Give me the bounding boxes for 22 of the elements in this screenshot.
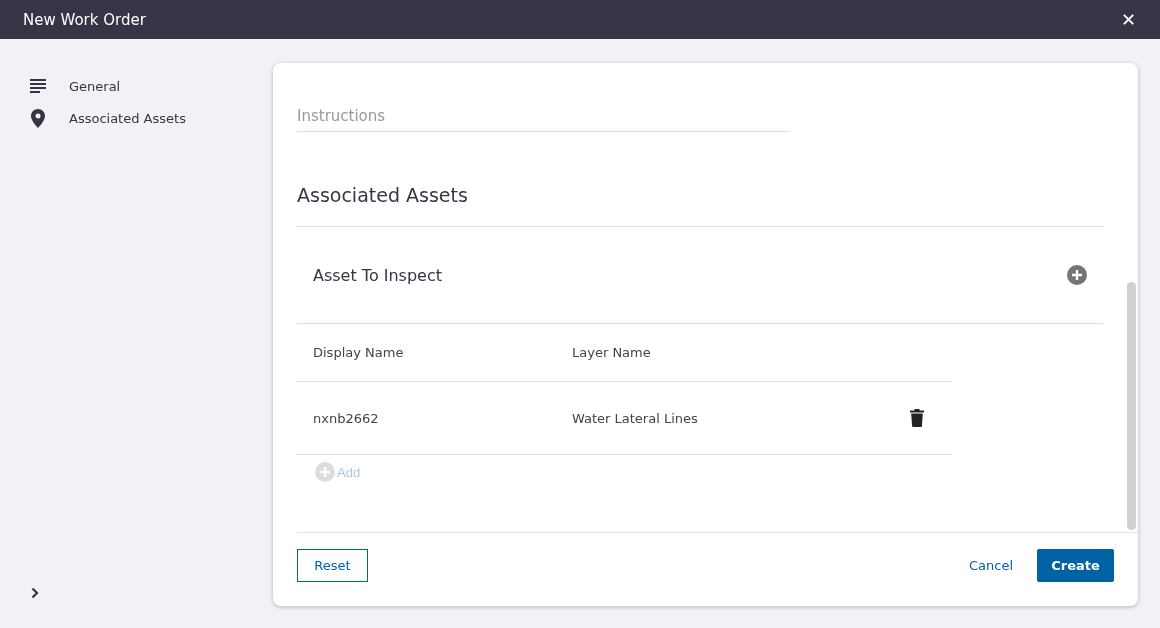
table-cell-text: nxnb2662 <box>313 410 380 426</box>
sidebar-item[interactable]: Associated Assets <box>30 102 273 134</box>
plus-circle-icon <box>315 462 335 482</box>
trash-icon <box>910 409 924 427</box>
cancel-button[interactable]: Cancel <box>968 558 1013 573</box>
scrollbar-thumb[interactable] <box>1127 282 1136 530</box>
window-title: New Work Order <box>23 10 146 29</box>
chevron-right-icon <box>31 587 39 599</box>
column-header: Layer Name <box>572 345 652 360</box>
close-button[interactable]: ✕ <box>1121 8 1136 31</box>
section-title: Associated Assets <box>297 184 1103 227</box>
plus-circle-icon <box>1067 265 1087 285</box>
delete-button[interactable] <box>910 409 924 427</box>
column-header: Display Name <box>313 345 405 360</box>
add-asset-button[interactable] <box>1067 265 1087 285</box>
sidebar-item[interactable]: General <box>30 70 273 102</box>
table-cell-text: Water Lateral Lines <box>572 410 699 426</box>
create-button[interactable]: Create <box>1037 549 1114 582</box>
group-title: Asset To Inspect <box>313 265 442 285</box>
lines-icon <box>30 79 46 93</box>
reset-button[interactable]: Reset <box>297 549 368 582</box>
map-pin-icon <box>30 108 46 128</box>
